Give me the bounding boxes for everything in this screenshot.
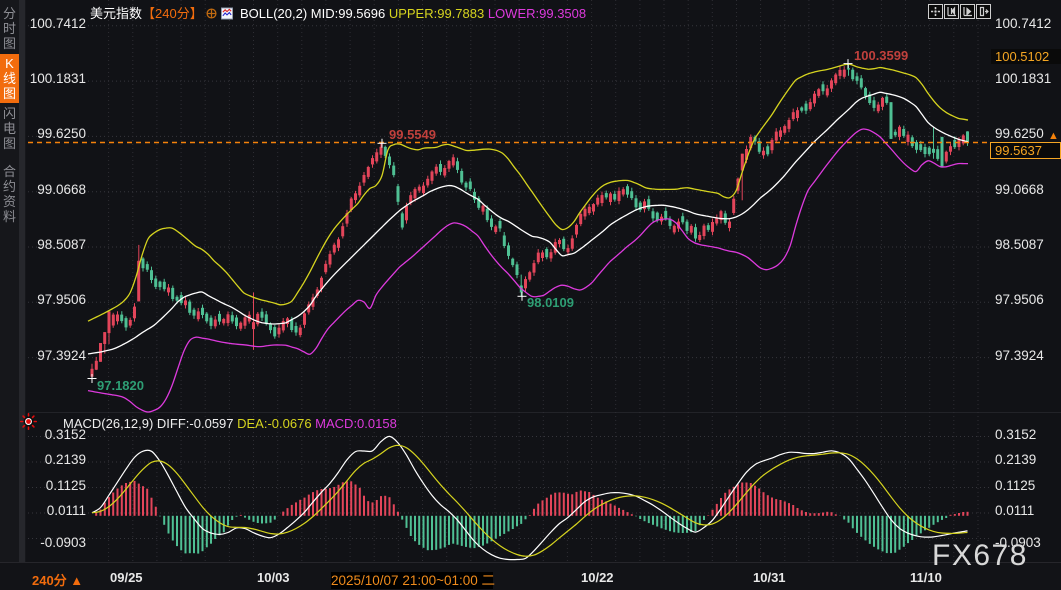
svg-text:99.5549: 99.5549 (389, 127, 436, 142)
svg-text:100.3599: 100.3599 (854, 48, 908, 63)
svg-text:98.0109: 98.0109 (527, 295, 574, 310)
svg-text:97.1820: 97.1820 (97, 378, 144, 393)
